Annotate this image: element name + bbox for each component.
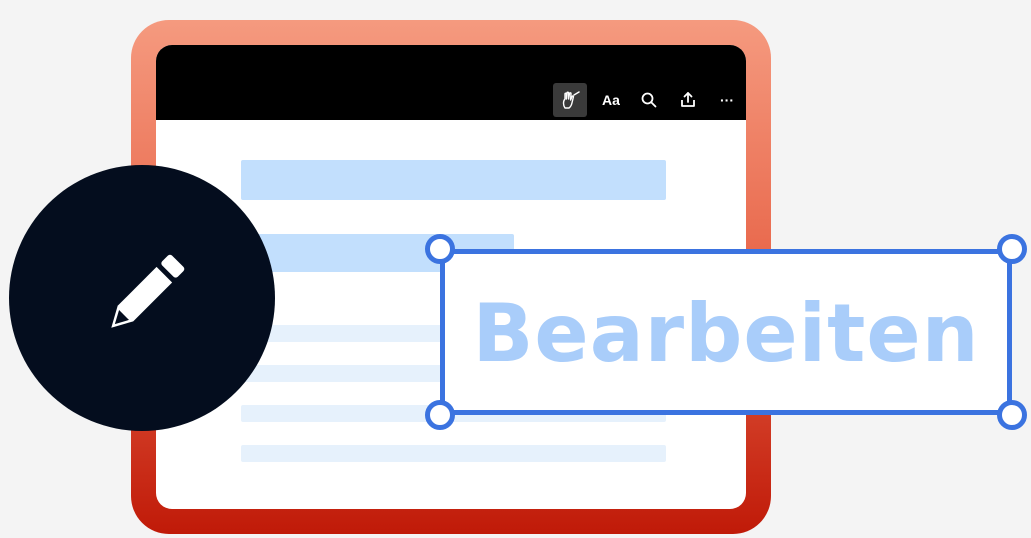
selection-handle-bottom-left[interactable] (425, 400, 455, 430)
draw-tool-button[interactable] (553, 83, 587, 117)
edit-badge[interactable] (9, 165, 275, 431)
document-text-line (241, 445, 666, 462)
search-icon (641, 92, 657, 108)
top-toolbar: Aa ··· (156, 45, 746, 120)
edit-box-text: Bearbeiten (472, 287, 980, 380)
share-icon (681, 92, 695, 107)
more-button[interactable]: ··· (713, 83, 741, 117)
pencil-icon (111, 254, 185, 328)
text-format-label: Aa (602, 92, 620, 108)
search-button[interactable] (635, 83, 663, 117)
text-format-button[interactable]: Aa (596, 83, 626, 117)
selection-handle-top-right[interactable] (997, 234, 1027, 264)
text-edit-selection-box[interactable]: Bearbeiten (440, 249, 1012, 415)
share-button[interactable] (674, 83, 702, 117)
selection-handle-bottom-right[interactable] (997, 400, 1027, 430)
document-heading-line (241, 160, 666, 200)
draw-hand-icon (562, 91, 580, 109)
selection-handle-top-left[interactable] (425, 234, 455, 264)
more-icon: ··· (720, 92, 734, 108)
